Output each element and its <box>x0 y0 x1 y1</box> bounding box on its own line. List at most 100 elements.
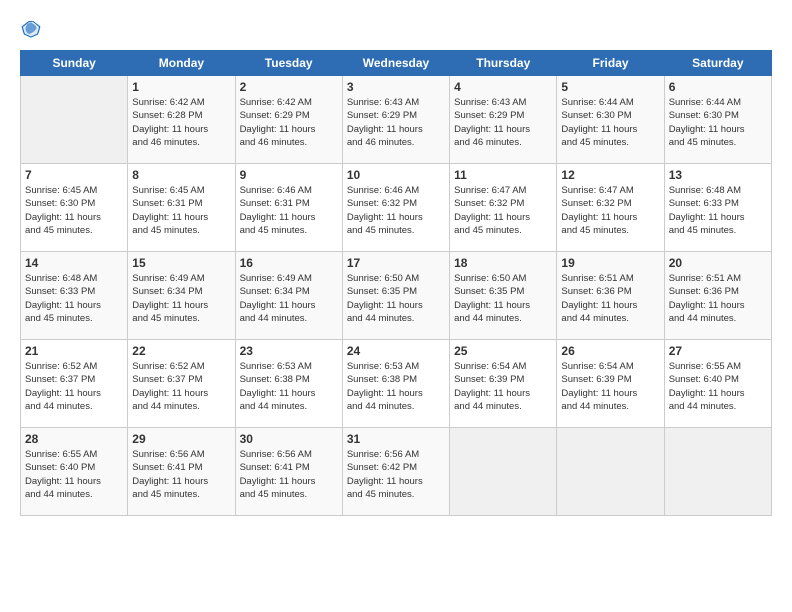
day-info: Sunrise: 6:56 AMSunset: 6:41 PMDaylight:… <box>240 448 338 501</box>
day-info: Sunrise: 6:42 AMSunset: 6:28 PMDaylight:… <box>132 96 230 149</box>
page: SundayMondayTuesdayWednesdayThursdayFrid… <box>0 0 792 612</box>
day-number: 14 <box>25 256 123 270</box>
day-info: Sunrise: 6:46 AMSunset: 6:32 PMDaylight:… <box>347 184 445 237</box>
logo-icon <box>20 18 42 40</box>
day-cell: 19 Sunrise: 6:51 AMSunset: 6:36 PMDayligh… <box>557 252 664 340</box>
day-number: 18 <box>454 256 552 270</box>
day-cell: 15Sunrise: 6:49 AMSunset: 6:34 PMDayligh… <box>128 252 235 340</box>
day-cell: 8 Sunrise: 6:45 AMSunset: 6:31 PMDaylight… <box>128 164 235 252</box>
day-info: Sunrise: 6:47 AMSunset: 6:32 PMDaylight:… <box>454 184 552 237</box>
day-info: Sunrise: 6:44 AMSunset: 6:30 PMDaylight:… <box>561 96 659 149</box>
header-cell-thursday: Thursday <box>450 51 557 76</box>
day-info: Sunrise: 6:52 AMSunset: 6:37 PMDaylight:… <box>132 360 230 413</box>
day-cell: 26 Sunrise: 6:54 AMSunset: 6:39 PMDayligh… <box>557 340 664 428</box>
day-number: 23 <box>240 344 338 358</box>
logo <box>20 18 46 40</box>
day-info: Sunrise: 6:47 AMSunset: 6:32 PMDaylight:… <box>561 184 659 237</box>
day-cell: 4 Sunrise: 6:43 AMSunset: 6:29 PMDaylight… <box>450 76 557 164</box>
header-cell-friday: Friday <box>557 51 664 76</box>
day-cell: 3 Sunrise: 6:43 AMSunset: 6:29 PMDaylight… <box>342 76 449 164</box>
day-cell: 2Sunrise: 6:42 AMSunset: 6:29 PMDaylight… <box>235 76 342 164</box>
day-cell: 21Sunrise: 6:52 AMSunset: 6:37 PMDayligh… <box>21 340 128 428</box>
day-number: 25 <box>454 344 552 358</box>
day-cell: 29 Sunrise: 6:56 AMSunset: 6:41 PMDayligh… <box>128 428 235 516</box>
day-number: 16 <box>240 256 338 270</box>
day-cell: 22 Sunrise: 6:52 AMSunset: 6:37 PMDayligh… <box>128 340 235 428</box>
day-number: 10 <box>347 168 445 182</box>
header-cell-wednesday: Wednesday <box>342 51 449 76</box>
day-number: 29 <box>132 432 230 446</box>
week-row-1: 1Sunrise: 6:42 AMSunset: 6:28 PMDaylight… <box>21 76 772 164</box>
day-info: Sunrise: 6:51 AMSunset: 6:36 PMDaylight:… <box>561 272 659 325</box>
header-cell-sunday: Sunday <box>21 51 128 76</box>
day-number: 5 <box>561 80 659 94</box>
day-info: Sunrise: 6:49 AMSunset: 6:34 PMDaylight:… <box>240 272 338 325</box>
day-info: Sunrise: 6:45 AMSunset: 6:30 PMDaylight:… <box>25 184 123 237</box>
day-cell <box>557 428 664 516</box>
day-number: 8 <box>132 168 230 182</box>
day-cell: 31 Sunrise: 6:56 AMSunset: 6:42 PMDayligh… <box>342 428 449 516</box>
day-cell: 7 Sunrise: 6:45 AMSunset: 6:30 PMDaylight… <box>21 164 128 252</box>
day-number: 28 <box>25 432 123 446</box>
day-number: 26 <box>561 344 659 358</box>
day-number: 11 <box>454 168 552 182</box>
week-row-5: 28 Sunrise: 6:55 AMSunset: 6:40 PMDayligh… <box>21 428 772 516</box>
day-info: Sunrise: 6:55 AMSunset: 6:40 PMDaylight:… <box>669 360 767 413</box>
day-info: Sunrise: 6:56 AMSunset: 6:42 PMDaylight:… <box>347 448 445 501</box>
day-info: Sunrise: 6:53 AMSunset: 6:38 PMDaylight:… <box>347 360 445 413</box>
day-info: Sunrise: 6:45 AMSunset: 6:31 PMDaylight:… <box>132 184 230 237</box>
day-cell: 12 Sunrise: 6:47 AMSunset: 6:32 PMDayligh… <box>557 164 664 252</box>
day-cell: 30 Sunrise: 6:56 AMSunset: 6:41 PMDayligh… <box>235 428 342 516</box>
day-number: 9 <box>240 168 338 182</box>
header-row: SundayMondayTuesdayWednesdayThursdayFrid… <box>21 51 772 76</box>
day-info: Sunrise: 6:43 AMSunset: 6:29 PMDaylight:… <box>347 96 445 149</box>
day-cell: 11 Sunrise: 6:47 AMSunset: 6:32 PMDayligh… <box>450 164 557 252</box>
header <box>20 18 772 40</box>
day-info: Sunrise: 6:56 AMSunset: 6:41 PMDaylight:… <box>132 448 230 501</box>
day-info: Sunrise: 6:52 AMSunset: 6:37 PMDaylight:… <box>25 360 123 413</box>
day-cell: 10 Sunrise: 6:46 AMSunset: 6:32 PMDayligh… <box>342 164 449 252</box>
day-number: 12 <box>561 168 659 182</box>
day-cell: 28 Sunrise: 6:55 AMSunset: 6:40 PMDayligh… <box>21 428 128 516</box>
day-info: Sunrise: 6:53 AMSunset: 6:38 PMDaylight:… <box>240 360 338 413</box>
day-number: 31 <box>347 432 445 446</box>
day-cell: 14 Sunrise: 6:48 AMSunset: 6:33 PMDayligh… <box>21 252 128 340</box>
calendar-table: SundayMondayTuesdayWednesdayThursdayFrid… <box>20 50 772 516</box>
day-info: Sunrise: 6:43 AMSunset: 6:29 PMDaylight:… <box>454 96 552 149</box>
day-cell: 17Sunrise: 6:50 AMSunset: 6:35 PMDayligh… <box>342 252 449 340</box>
week-row-4: 21Sunrise: 6:52 AMSunset: 6:37 PMDayligh… <box>21 340 772 428</box>
day-info: Sunrise: 6:48 AMSunset: 6:33 PMDaylight:… <box>25 272 123 325</box>
day-cell: 20Sunrise: 6:51 AMSunset: 6:36 PMDayligh… <box>664 252 771 340</box>
day-number: 4 <box>454 80 552 94</box>
day-cell <box>21 76 128 164</box>
day-info: Sunrise: 6:42 AMSunset: 6:29 PMDaylight:… <box>240 96 338 149</box>
day-info: Sunrise: 6:46 AMSunset: 6:31 PMDaylight:… <box>240 184 338 237</box>
week-row-2: 7 Sunrise: 6:45 AMSunset: 6:30 PMDaylight… <box>21 164 772 252</box>
day-number: 30 <box>240 432 338 446</box>
day-info: Sunrise: 6:48 AMSunset: 6:33 PMDaylight:… <box>669 184 767 237</box>
day-number: 22 <box>132 344 230 358</box>
header-cell-saturday: Saturday <box>664 51 771 76</box>
day-cell: 16 Sunrise: 6:49 AMSunset: 6:34 PMDayligh… <box>235 252 342 340</box>
header-cell-monday: Monday <box>128 51 235 76</box>
day-number: 13 <box>669 168 767 182</box>
header-cell-tuesday: Tuesday <box>235 51 342 76</box>
day-number: 15 <box>132 256 230 270</box>
day-info: Sunrise: 6:54 AMSunset: 6:39 PMDaylight:… <box>454 360 552 413</box>
day-cell: 1Sunrise: 6:42 AMSunset: 6:28 PMDaylight… <box>128 76 235 164</box>
week-row-3: 14 Sunrise: 6:48 AMSunset: 6:33 PMDayligh… <box>21 252 772 340</box>
day-info: Sunrise: 6:51 AMSunset: 6:36 PMDaylight:… <box>669 272 767 325</box>
day-cell: 25 Sunrise: 6:54 AMSunset: 6:39 PMDayligh… <box>450 340 557 428</box>
day-cell: 27 Sunrise: 6:55 AMSunset: 6:40 PMDayligh… <box>664 340 771 428</box>
day-info: Sunrise: 6:55 AMSunset: 6:40 PMDaylight:… <box>25 448 123 501</box>
day-info: Sunrise: 6:54 AMSunset: 6:39 PMDaylight:… <box>561 360 659 413</box>
day-cell: 5 Sunrise: 6:44 AMSunset: 6:30 PMDaylight… <box>557 76 664 164</box>
day-number: 6 <box>669 80 767 94</box>
day-number: 27 <box>669 344 767 358</box>
day-cell: 23 Sunrise: 6:53 AMSunset: 6:38 PMDayligh… <box>235 340 342 428</box>
day-number: 3 <box>347 80 445 94</box>
day-number: 19 <box>561 256 659 270</box>
day-info: Sunrise: 6:50 AMSunset: 6:35 PMDaylight:… <box>454 272 552 325</box>
day-number: 7 <box>25 168 123 182</box>
day-info: Sunrise: 6:44 AMSunset: 6:30 PMDaylight:… <box>669 96 767 149</box>
